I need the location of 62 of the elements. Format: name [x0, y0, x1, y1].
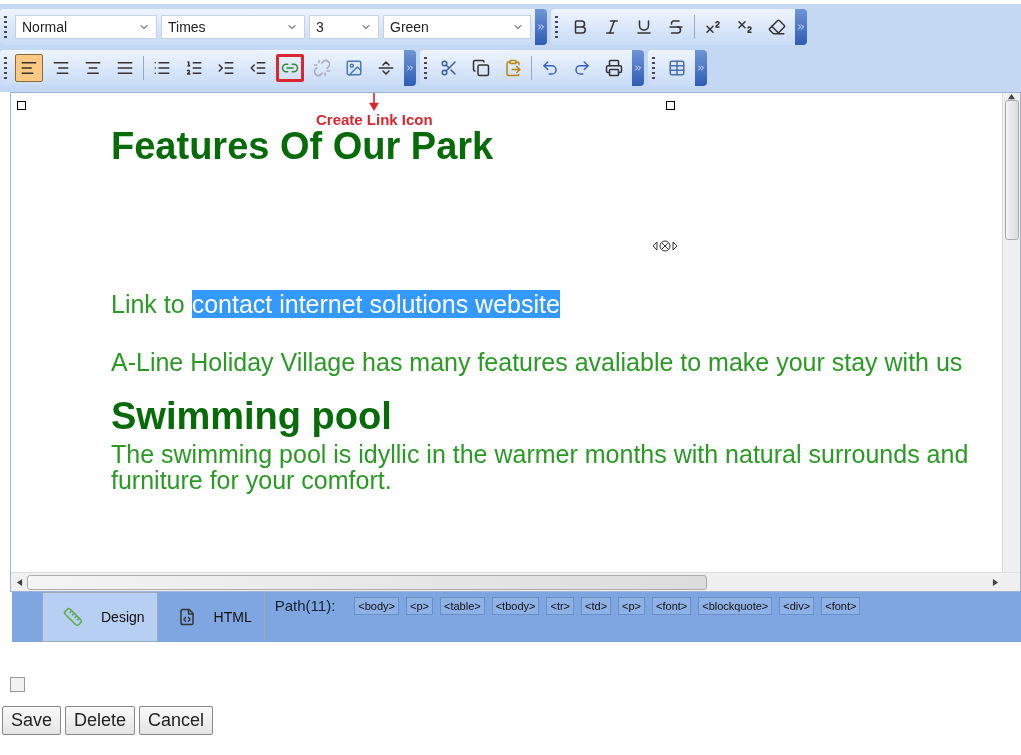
chevrons-icon: [696, 62, 706, 73]
chevrons-icon: [633, 62, 643, 73]
path-tag[interactable]: <tr>: [546, 597, 575, 615]
scrollbar-thumb[interactable]: [1004, 100, 1019, 240]
path-tag[interactable]: <tbody>: [491, 597, 540, 615]
scrollbar-thumb[interactable]: [27, 574, 707, 590]
image-icon: [345, 58, 363, 77]
redo-icon: [573, 58, 591, 77]
path-tag[interactable]: <td>: [581, 597, 612, 615]
path-tag[interactable]: <p>: [406, 597, 433, 615]
dropdown-field[interactable]: Times: [161, 14, 305, 39]
dropdown-field[interactable]: Green: [383, 14, 531, 39]
chevrons-icon: [796, 21, 806, 32]
form-button[interactable]: Cancel: [139, 706, 214, 735]
align-left-button[interactable]: [15, 53, 43, 82]
toolbar-options-button[interactable]: [632, 49, 644, 86]
copy-icon: [472, 58, 490, 77]
unlink-icon: [313, 58, 331, 77]
chevrons-icon: [536, 21, 546, 32]
chevrons-icon: [405, 62, 415, 73]
paste-icon: [504, 58, 522, 77]
underline-icon: [635, 17, 653, 36]
path-tag[interactable]: <div>: [779, 597, 815, 615]
strikethrough-icon: [667, 17, 685, 36]
numbered-list-icon: [185, 58, 203, 77]
print-icon: [605, 58, 623, 77]
heading: Swimming pool: [111, 394, 393, 439]
eraser-icon: [768, 17, 786, 36]
heading: Features Of Our Park: [111, 125, 495, 169]
dropdown-field[interactable]: 3: [309, 14, 379, 39]
italic-icon: [603, 17, 621, 36]
checkbox[interactable]: [10, 677, 25, 692]
dropdown-field[interactable]: Normal: [15, 14, 157, 39]
path-tag[interactable]: <font>: [652, 597, 692, 615]
resize-handle[interactable]: [17, 101, 26, 110]
toolbar-options-button[interactable]: [535, 8, 547, 45]
paragraph: A-Line Holiday Village has many features avaliable to make your stay with us: [111, 349, 964, 375]
toolbar-options-button[interactable]: [795, 8, 807, 45]
create-link-button[interactable]: [276, 53, 304, 82]
form-button[interactable]: Save: [2, 706, 62, 735]
form-button[interactable]: Delete: [65, 706, 136, 735]
path-label: Path(11):: [274, 597, 336, 614]
code-file-icon: [177, 608, 196, 626]
path-tag[interactable]: <body>: [354, 597, 399, 615]
undo-icon: [541, 58, 559, 77]
path-tag[interactable]: <table>: [440, 597, 485, 615]
path-tag[interactable]: <blockquote>: [698, 597, 773, 615]
cut-icon: [440, 58, 458, 77]
annotation-label: Create Link Icon: [316, 111, 433, 128]
resize-handle[interactable]: [666, 101, 675, 110]
arrow-icon: [368, 93, 381, 111]
table-icon: [668, 58, 686, 77]
paragraph: The swimming pool is idyllic in the warmer months with natural surrounds and furniture for your comfort.: [111, 441, 970, 493]
toolbar-options-button[interactable]: [404, 49, 416, 86]
paragraph: Link to contact internet solutions website: [111, 291, 561, 317]
editor-area[interactable]: [10, 92, 1021, 592]
mode-tab[interactable]: Design: [42, 592, 158, 642]
mode-tab[interactable]: HTML: [157, 592, 264, 642]
horizontal-rule-icon: [377, 58, 395, 77]
path-tag[interactable]: <p>: [618, 597, 646, 615]
toolbar-options-button[interactable]: [695, 49, 707, 86]
path-tag[interactable]: <font>: [821, 597, 861, 615]
